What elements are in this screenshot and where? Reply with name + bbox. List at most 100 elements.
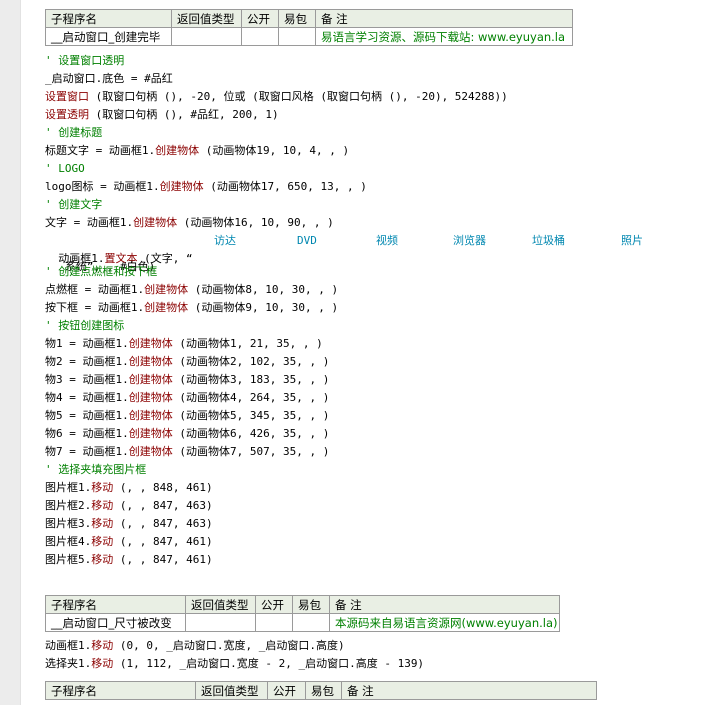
method-name: 创建物体 xyxy=(144,283,189,296)
code-line[interactable]: 文字 = 动画框1.创建物体 (动画物体16, 10, 90, , ) xyxy=(45,214,334,232)
header-public: 公开 xyxy=(267,681,306,700)
code-line[interactable]: 设置窗口 (取窗口句柄 (), -20, 位或 (取窗口风格 (取窗口句柄 ()… xyxy=(45,88,508,106)
subroutine-name[interactable]: __启动窗口_尺寸被改变 xyxy=(45,613,186,632)
code-text: 点燃框 = 动画框1. xyxy=(45,283,145,296)
header-sub-name: 子程序名 xyxy=(45,681,196,700)
header-remark: 备 注 xyxy=(329,595,560,614)
code-text: (动画物体4, 264, 35, , ) xyxy=(172,391,330,404)
code-line[interactable]: 按下框 = 动画框1.创建物体 (动画物体9, 10, 30, , ) xyxy=(45,299,338,317)
public-cell[interactable] xyxy=(241,27,279,46)
method-name: 设置窗口 xyxy=(45,90,89,103)
code-text: (动画物体9, 10, 30, , ) xyxy=(188,301,339,314)
comment-line[interactable]: ' 创建文字 xyxy=(45,196,102,214)
header-return-type: 返回值类型 xyxy=(195,681,268,700)
code-line[interactable]: 物1 = 动画框1.创建物体 (动画物体1, 21, 35, , ) xyxy=(45,335,323,353)
code-text: _启动窗口.底色 = #品红 xyxy=(45,72,173,85)
code-text: (取窗口句柄 (), #品红, 200, 1) xyxy=(89,108,279,121)
header-sub-name: 子程序名 xyxy=(45,9,172,28)
code-line-settext[interactable]: 动画框1.置文本 (文字, “ xyxy=(45,232,192,265)
code-text: 动画框1. xyxy=(45,639,92,652)
easy-package-cell[interactable] xyxy=(278,27,316,46)
comment-text: ' 按钮创建图标 xyxy=(45,319,125,332)
code-line[interactable]: 物5 = 动画框1.创建物体 (动画物体5, 345, 35, , ) xyxy=(45,407,329,425)
code-text: (1, 112, _启动窗口.宽度 - 2, _启动窗口.高度 - 139) xyxy=(113,657,425,670)
remark-cell[interactable]: 本源码来自易语言资源网(www.eyuyan.la) xyxy=(329,613,560,632)
method-name: 创建物体 xyxy=(128,391,173,404)
code-text: (, , 847, 461) xyxy=(113,535,213,548)
code-line[interactable]: 图片框2.移动 (, , 847, 463) xyxy=(45,497,213,515)
code-line[interactable]: 物3 = 动画框1.创建物体 (动画物体3, 183, 35, , ) xyxy=(45,371,329,389)
code-line[interactable]: logo图标 = 动画框1.创建物体 (动画物体17, 650, 13, , ) xyxy=(45,178,367,196)
comment-line[interactable]: ' 设置窗口透明 xyxy=(45,52,124,70)
code-text: 图片框1. xyxy=(45,481,92,494)
method-name: 设置透明 xyxy=(45,108,89,121)
code-line[interactable]: 图片框3.移动 (, , 847, 463) xyxy=(45,515,213,533)
return-type-cell[interactable] xyxy=(185,613,256,632)
code-line[interactable]: 物6 = 动画框1.创建物体 (动画物体6, 426, 35, , ) xyxy=(45,425,329,443)
code-line[interactable]: 图片框5.移动 (, , 847, 461) xyxy=(45,551,213,569)
code-line[interactable]: 点燃框 = 动画框1.创建物体 (动画物体8, 10, 30, , ) xyxy=(45,281,338,299)
code-text: 按下框 = 动画框1. xyxy=(45,301,145,314)
comment-text: ' 创建点燃框和按下框 xyxy=(45,265,158,278)
code-text: 物5 = 动画框1. xyxy=(45,409,129,422)
method-name: 创建物体 xyxy=(155,144,200,157)
public-cell[interactable] xyxy=(255,613,293,632)
comment-text: ' 创建文字 xyxy=(45,198,103,211)
code-line[interactable]: 动画框1.移动 (0, 0, _启动窗口.宽度, _启动窗口.高度) xyxy=(45,637,345,655)
method-name: 移动 xyxy=(91,657,114,670)
header-public: 公开 xyxy=(241,9,279,28)
string-item-trash: 垃圾桶 xyxy=(532,234,565,247)
code-line[interactable]: 物2 = 动画框1.创建物体 (动画物体2, 102, 35, , ) xyxy=(45,353,329,371)
subroutine-row[interactable]: __启动窗口_尺寸被改变 本源码来自易语言资源网(www.eyuyan.la) xyxy=(45,613,560,632)
code-line[interactable]: _启动窗口.底色 = #品红 xyxy=(45,70,173,88)
subroutine-table-1: 子程序名 返回值类型 公开 易包 备 注 __启动窗口_创建完毕 易语言学习资源… xyxy=(45,9,573,46)
subroutine-row[interactable]: __启动窗口_创建完毕 易语言学习资源、源码下载站: www.eyuyan.la xyxy=(45,27,573,46)
method-name: 创建物体 xyxy=(159,180,204,193)
code-text: (, , 847, 461) xyxy=(113,553,213,566)
header-easy-package: 易包 xyxy=(292,595,330,614)
method-name: 创建物体 xyxy=(128,409,173,422)
subroutine-name[interactable]: __启动窗口_创建完毕 xyxy=(45,27,172,46)
method-name: 移动 xyxy=(91,553,114,566)
code-text: 标题文字 = 动画框1. xyxy=(45,144,156,157)
subroutine-table-2: 子程序名 返回值类型 公开 易包 备 注 __启动窗口_尺寸被改变 本源码来自易… xyxy=(45,595,560,632)
comment-line[interactable]: ' 创建标题 xyxy=(45,124,102,142)
code-text: (动画物体7, 507, 35, , ) xyxy=(172,445,330,458)
code-text: 物7 = 动画框1. xyxy=(45,445,129,458)
comment-line[interactable]: ' 选择夹填充图片框 xyxy=(45,461,146,479)
code-text: 图片框4. xyxy=(45,535,92,548)
comment-text: ' 设置窗口透明 xyxy=(45,54,125,67)
code-text: (, , 847, 463) xyxy=(113,517,213,530)
easy-package-cell[interactable] xyxy=(292,613,330,632)
remark-cell[interactable]: 易语言学习资源、源码下载站: www.eyuyan.la xyxy=(315,27,573,46)
method-name: 创建物体 xyxy=(128,355,173,368)
code-text: 图片框5. xyxy=(45,553,92,566)
subroutine-table-3: 子程序名 返回值类型 公开 易包 备 注 xyxy=(45,681,597,700)
subroutine-header-row: 子程序名 返回值类型 公开 易包 备 注 xyxy=(45,9,573,28)
code-line[interactable]: 设置透明 (取窗口句柄 (), #品红, 200, 1) xyxy=(45,106,279,124)
header-remark: 备 注 xyxy=(315,9,573,28)
method-name: 创建物体 xyxy=(144,301,189,314)
code-line[interactable]: 选择夹1.移动 (1, 112, _启动窗口.宽度 - 2, _启动窗口.高度 … xyxy=(45,655,424,673)
code-line[interactable]: 物4 = 动画框1.创建物体 (动画物体4, 264, 35, , ) xyxy=(45,389,329,407)
return-type-cell[interactable] xyxy=(171,27,242,46)
code-text: 选择夹1. xyxy=(45,657,92,670)
header-sub-name: 子程序名 xyxy=(45,595,186,614)
code-text: (动画物体19, 10, 4, , ) xyxy=(199,144,350,157)
method-name: 移动 xyxy=(91,481,114,494)
method-name: 创建物体 xyxy=(128,337,173,350)
code-text: (动画物体3, 183, 35, , ) xyxy=(172,373,330,386)
method-name: 移动 xyxy=(91,639,114,652)
comment-line[interactable]: ' 创建点燃框和按下框 xyxy=(45,263,157,281)
code-line[interactable]: 图片框4.移动 (, , 847, 461) xyxy=(45,533,213,551)
comment-line[interactable]: ' LOGO xyxy=(45,160,85,178)
code-text: (取窗口句柄 (), -20, 位或 (取窗口风格 (取窗口句柄 (), -20… xyxy=(89,90,508,103)
subroutine-header-row: 子程序名 返回值类型 公开 易包 备 注 xyxy=(45,595,560,614)
comment-text: ' 创建标题 xyxy=(45,126,103,139)
code-text: (动画物体16, 10, 90, , ) xyxy=(177,216,334,229)
code-line[interactable]: 物7 = 动画框1.创建物体 (动画物体7, 507, 35, , ) xyxy=(45,443,329,461)
code-line[interactable]: 标题文字 = 动画框1.创建物体 (动画物体19, 10, 4, , ) xyxy=(45,142,349,160)
code-line[interactable]: 图片框1.移动 (, , 848, 461) xyxy=(45,479,213,497)
comment-line[interactable]: ' 按钮创建图标 xyxy=(45,317,124,335)
code-text: 物3 = 动画框1. xyxy=(45,373,129,386)
